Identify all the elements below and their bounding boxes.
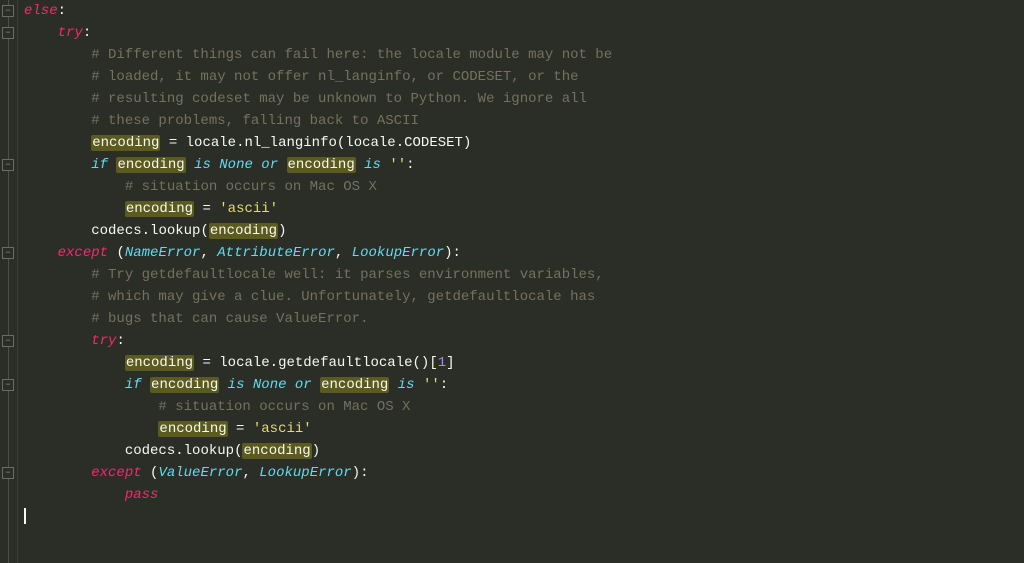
code-line[interactable]: # Try getdefaultlocale well: it parses e… (24, 264, 612, 286)
highlighted-occurrence: encoding (242, 443, 311, 459)
fold-toggle-icon[interactable]: − (2, 5, 14, 17)
highlighted-occurrence: encoding (158, 421, 227, 437)
code-line[interactable]: pass (24, 484, 612, 506)
code-line[interactable]: try: (24, 22, 612, 44)
highlighted-occurrence: encoding (287, 157, 356, 173)
text-cursor (24, 508, 26, 524)
fold-toggle-icon[interactable]: − (2, 379, 14, 391)
code-line[interactable]: encoding = locale.nl_langinfo(locale.COD… (24, 132, 612, 154)
highlighted-occurrence: encoding (125, 201, 194, 217)
code-line[interactable]: # bugs that can cause ValueError. (24, 308, 612, 330)
code-line[interactable]: # situation occurs on Mac OS X (24, 176, 612, 198)
highlighted-occurrence: encoding (209, 223, 278, 239)
code-line[interactable]: try: (24, 330, 612, 352)
code-line[interactable]: if encoding is None or encoding is '': (24, 154, 612, 176)
fold-toggle-icon[interactable]: − (2, 335, 14, 347)
code-editor-area[interactable]: else: try: # Different things can fail h… (18, 0, 612, 563)
fold-toggle-icon[interactable]: − (2, 247, 14, 259)
code-line[interactable]: # loaded, it may not offer nl_langinfo, … (24, 66, 612, 88)
code-line[interactable]: # which may give a clue. Unfortunately, … (24, 286, 612, 308)
code-line[interactable]: # resulting codeset may be unknown to Py… (24, 88, 612, 110)
code-line[interactable]: else: (24, 0, 612, 22)
fold-toggle-icon[interactable]: − (2, 159, 14, 171)
code-line[interactable]: if encoding is None or encoding is '': (24, 374, 612, 396)
code-line[interactable]: codecs.lookup(encoding) (24, 220, 612, 242)
code-line[interactable]: except (ValueError, LookupError): (24, 462, 612, 484)
code-line[interactable]: # situation occurs on Mac OS X (24, 396, 612, 418)
fold-gutter: − − − − − − − (0, 0, 18, 563)
code-line[interactable]: # these problems, falling back to ASCII (24, 110, 612, 132)
highlighted-occurrence: encoding (125, 355, 194, 371)
highlighted-occurrence: encoding (320, 377, 389, 393)
code-line[interactable]: encoding = locale.getdefaultlocale()[1] (24, 352, 612, 374)
code-line[interactable]: # Different things can fail here: the lo… (24, 44, 612, 66)
code-line[interactable]: encoding = 'ascii' (24, 418, 612, 440)
fold-toggle-icon[interactable]: − (2, 467, 14, 479)
fold-toggle-icon[interactable]: − (2, 27, 14, 39)
code-line[interactable]: codecs.lookup(encoding) (24, 440, 612, 462)
code-line[interactable]: except (NameError, AttributeError, Looku… (24, 242, 612, 264)
highlighted-occurrence: encoding (116, 157, 185, 173)
highlighted-occurrence: encoding (91, 135, 160, 151)
highlighted-occurrence: encoding (150, 377, 219, 393)
code-line[interactable] (24, 506, 612, 528)
code-line[interactable]: encoding = 'ascii' (24, 198, 612, 220)
